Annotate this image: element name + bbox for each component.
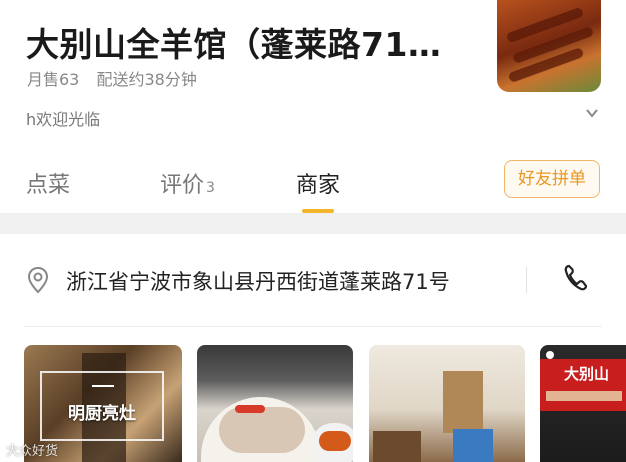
phone-icon[interactable]	[562, 263, 590, 297]
tab-label: 评价	[160, 173, 205, 198]
location-pin-icon	[26, 266, 50, 298]
group-order-button[interactable]: 好友拼单	[504, 160, 600, 198]
merchant-photo-dish[interactable]	[197, 345, 353, 462]
store-name: 大别山全羊馆（蓬莱路71…	[26, 25, 442, 64]
storefront-sign: 大别山	[564, 365, 610, 383]
store-thumbnail[interactable]	[497, 0, 601, 92]
tab-label: 点菜	[26, 173, 71, 198]
store-stats: 月售63 配送约38分钟	[27, 66, 209, 90]
tab-reviews[interactable]: 评价 3	[160, 167, 215, 199]
merchant-address[interactable]: 浙江省宁波市象山县丹西街道蓬莱路71号	[66, 266, 450, 296]
delivery-time: 配送约38分钟	[96, 70, 197, 89]
active-tab-indicator	[302, 209, 334, 213]
photo-caption: 明厨亮灶	[68, 404, 136, 424]
review-count: 3	[206, 180, 215, 196]
chevron-down-icon[interactable]	[585, 104, 599, 125]
merchant-photo-storefront[interactable]: 大别山	[540, 345, 626, 462]
tab-label: 商家	[296, 173, 341, 198]
divider	[24, 326, 602, 327]
watermark: 大众好货	[6, 444, 59, 459]
tab-order[interactable]: 点菜	[26, 167, 70, 199]
merchant-photo-interior[interactable]	[369, 345, 525, 462]
tab-merchant[interactable]: 商家	[296, 167, 340, 199]
divider	[526, 267, 527, 293]
store-notice[interactable]: h欢迎光临	[26, 106, 100, 130]
monthly-sales: 月售63	[27, 70, 80, 89]
caption-dash	[92, 385, 114, 387]
